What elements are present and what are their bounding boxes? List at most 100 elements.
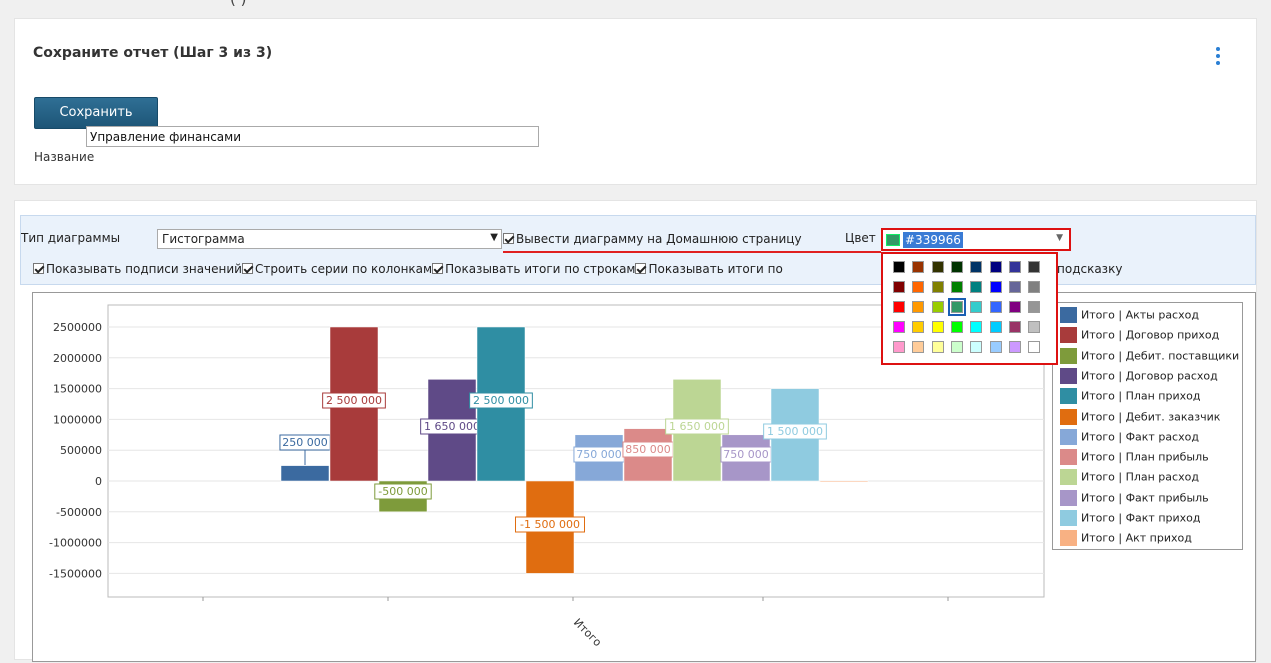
palette-swatch[interactable] xyxy=(950,341,963,353)
palette-swatch[interactable] xyxy=(970,301,983,313)
legend-swatch xyxy=(1060,367,1077,384)
legend-label: Итого | Дебит. поставщики xyxy=(1081,349,1240,363)
palette-swatch[interactable] xyxy=(912,341,925,353)
palette-swatch[interactable] xyxy=(931,301,944,313)
color-label: Цвет xyxy=(845,231,876,245)
data-label: 1 500 000 xyxy=(767,425,823,438)
palette-swatch[interactable] xyxy=(893,321,905,333)
legend-label: Итого | Факт прибыль xyxy=(1081,491,1209,505)
legend-item[interactable]: Итого | Договор расход xyxy=(1060,367,1218,384)
palette-swatch[interactable] xyxy=(1008,261,1021,273)
checkbox-checked-icon[interactable] xyxy=(241,263,253,274)
palette-swatch[interactable] xyxy=(1008,341,1021,353)
legend-item[interactable]: Итого | Факт расход xyxy=(1060,428,1199,445)
legend-item[interactable]: Итого | План приход xyxy=(1060,388,1201,405)
legend-item[interactable]: Итого | Акты расход xyxy=(1060,307,1199,323)
data-label: 750 000 xyxy=(723,448,769,461)
legend-label: Итого | Договор расход xyxy=(1081,369,1218,383)
data-label: -500 000 xyxy=(378,485,427,498)
palette-swatch[interactable] xyxy=(989,341,1002,353)
option-checkbox-1[interactable]: Строить серии по колонкам xyxy=(241,262,432,276)
palette-swatch[interactable] xyxy=(1008,321,1021,333)
chart-type-label: Тип диаграммы xyxy=(21,231,121,245)
legend-item[interactable]: Итого | План расход xyxy=(1060,469,1199,486)
palette-swatch[interactable] xyxy=(970,341,983,353)
option-checkbox-2[interactable]: Показывать итоги по строкам xyxy=(432,262,635,276)
legend-swatch xyxy=(1060,408,1077,425)
y-tick-label: 500000 xyxy=(60,444,102,457)
palette-swatch[interactable] xyxy=(893,341,905,353)
name-input[interactable] xyxy=(86,126,539,147)
option-label: Показывать итоги по строкам xyxy=(445,262,636,276)
palette-swatch[interactable] xyxy=(912,281,925,293)
legend-label: Итого | Акты расход xyxy=(1081,308,1199,322)
palette-swatch[interactable] xyxy=(970,321,983,333)
legend-item[interactable]: Итого | Дебит. заказчик xyxy=(1060,408,1220,425)
options-row-2: Показывать подписи значений Строить серии… xyxy=(33,262,783,276)
chevron-down-icon: ▼ xyxy=(490,232,498,243)
palette-swatch[interactable] xyxy=(1028,301,1041,313)
checkbox-checked-icon[interactable] xyxy=(503,233,514,244)
legend-item[interactable]: Итого | Дебит. поставщики xyxy=(1060,347,1240,364)
palette-swatch[interactable] xyxy=(989,321,1002,333)
checkbox-checked-icon[interactable] xyxy=(635,263,647,274)
name-label: Название xyxy=(34,150,95,164)
palette-swatch[interactable] xyxy=(950,261,963,273)
legend-label: Итого | План прибыль xyxy=(1081,450,1209,464)
palette-swatch[interactable] xyxy=(1028,261,1041,273)
home-page-checkbox[interactable]: Вывести диаграмму на Домашнюю страницу xyxy=(503,232,802,246)
palette-swatch[interactable] xyxy=(912,301,925,313)
palette-swatch[interactable] xyxy=(1008,301,1021,313)
palette-swatch[interactable] xyxy=(989,261,1002,273)
palette-swatch[interactable] xyxy=(1028,321,1041,333)
palette-swatch[interactable] xyxy=(893,301,905,313)
palette-swatch[interactable] xyxy=(989,281,1002,293)
legend-label: Итого | Договор приход xyxy=(1081,328,1220,342)
color-value: #339966 xyxy=(903,232,963,248)
legend-swatch xyxy=(1060,428,1077,445)
palette-swatch[interactable] xyxy=(893,261,905,273)
palette-swatch[interactable] xyxy=(970,281,983,293)
palette-swatch[interactable] xyxy=(1028,281,1041,293)
palette-swatch[interactable] xyxy=(912,261,925,273)
legend-label: Итого | Факт расход xyxy=(1081,430,1199,444)
legend-label: Итого | План приход xyxy=(1081,389,1201,403)
option-label: Показывать подписи значений xyxy=(46,262,242,276)
palette-swatch[interactable] xyxy=(893,281,905,293)
palette-swatch[interactable] xyxy=(931,341,944,353)
chart-type-select[interactable]: Гистограмма ▼ xyxy=(157,229,502,249)
color-palette xyxy=(881,252,1058,365)
option-checkbox-3[interactable]: Показывать итоги по xyxy=(635,262,783,276)
legend-item[interactable]: Итого | Факт прибыль xyxy=(1060,489,1209,506)
palette-swatch[interactable] xyxy=(931,281,944,293)
palette-swatch[interactable] xyxy=(950,321,963,333)
save-report-card: Сохраните отчет (Шаг 3 из 3) Сохранить Н… xyxy=(14,18,1257,185)
y-tick-label: 1000000 xyxy=(53,413,102,426)
tooltip-option-label: подсказку xyxy=(1057,262,1123,276)
x-category-label: Итого xyxy=(571,616,604,649)
palette-swatch[interactable] xyxy=(931,321,944,333)
legend-item[interactable]: Итого | Акт приход xyxy=(1060,530,1192,547)
legend-item[interactable]: Итого | Факт приход xyxy=(1060,510,1201,526)
more-options-icon[interactable] xyxy=(1216,47,1220,68)
legend-item[interactable]: Итого | Договор приход xyxy=(1060,327,1220,344)
save-button[interactable]: Сохранить xyxy=(34,97,158,129)
palette-swatch[interactable] xyxy=(970,261,983,273)
color-select[interactable]: #339966 ▼ xyxy=(881,228,1071,251)
color-swatch xyxy=(886,234,900,246)
palette-swatch[interactable] xyxy=(1008,281,1021,293)
option-checkbox-0[interactable]: Показывать подписи значений xyxy=(33,262,242,276)
bar[interactable] xyxy=(280,465,330,482)
palette-swatch[interactable] xyxy=(912,321,925,333)
checkbox-checked-icon[interactable] xyxy=(33,263,44,274)
legend-item[interactable]: Итого | План прибыль xyxy=(1060,449,1209,466)
palette-swatch[interactable] xyxy=(989,301,1002,313)
palette-swatch[interactable] xyxy=(1028,341,1041,353)
palette-swatch[interactable] xyxy=(950,281,963,293)
legend-swatch xyxy=(1060,347,1077,364)
checkbox-checked-icon[interactable] xyxy=(432,263,444,274)
palette-swatch[interactable] xyxy=(947,298,966,316)
palette-swatch[interactable] xyxy=(931,261,944,273)
y-tick-label: -1000000 xyxy=(49,537,102,550)
bar[interactable] xyxy=(819,480,869,483)
